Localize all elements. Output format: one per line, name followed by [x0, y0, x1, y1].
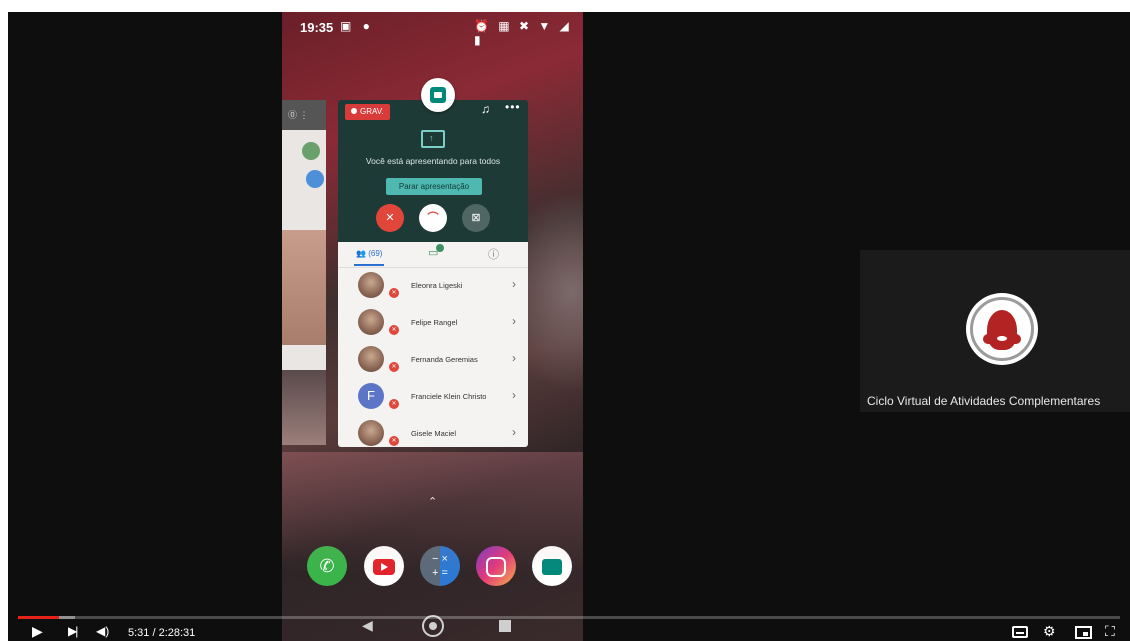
logo-ring [970, 297, 1034, 361]
chevron-right-icon: › [512, 314, 516, 328]
volume-icon: ◀) [96, 624, 110, 638]
tab-chat[interactable]: ▭ [428, 244, 444, 259]
participant-row[interactable]: F ✕ Franciele Klein Christo › [338, 379, 528, 416]
participant-row[interactable]: ✕ Gisele Maciel › [338, 416, 528, 447]
participant-name: Felipe Rangel [411, 318, 458, 327]
participant-tile: Ciclo Virtual de Atividades Complementar… [860, 250, 1130, 412]
participant-name: Eleonra Ligeski [411, 281, 463, 290]
headphones-icon[interactable]: ♫ [481, 102, 490, 116]
arrow-up-icon: ↑ [429, 133, 434, 143]
people-count: (69) [368, 249, 383, 258]
participant-name: Franciele Klein Christo [411, 392, 487, 401]
muted-icon: ✕ [389, 288, 399, 298]
chevron-right-icon: › [512, 425, 516, 439]
play-button[interactable]: ▶ [32, 623, 43, 639]
mic-off-icon: ✕ [385, 212, 395, 224]
status-right-icons: ⏰ ▦ ✖ ▼ ◢ ▮ [474, 19, 572, 47]
recording-label: GRAV. [360, 107, 384, 116]
instagram-camera-icon [486, 557, 506, 577]
avatar: F [358, 383, 384, 409]
participant-row[interactable]: ✕ Fernanda Geremias › [338, 342, 528, 379]
present-screen-icon: ↑ [421, 130, 445, 148]
participant-name: Ciclo Virtual de Atividades Complementar… [867, 394, 1101, 408]
progress-played [18, 616, 59, 619]
muted-icon: ✕ [389, 362, 399, 372]
participant-row[interactable]: ✕ Felipe Rangel › [338, 305, 528, 342]
volume-button[interactable]: ◀) [96, 623, 109, 639]
tab-people-underline [354, 264, 384, 266]
organization-logo [966, 293, 1038, 365]
phone-screen: 19:35 ▣ ● ⏰ ▦ ✖ ▼ ◢ ▮ ⓪ ⋮ GRAV. ♫ ••• ↑ … [282, 12, 583, 641]
camera-off-icon: ⊠ [471, 212, 481, 224]
youtube-app-icon[interactable] [364, 546, 404, 586]
avatar [358, 420, 384, 446]
time-display: 5:31 / 2:28:31 [128, 627, 196, 639]
meet-app-icon[interactable] [532, 546, 572, 586]
tab-people[interactable]: 👥 (69) [356, 249, 382, 258]
settings-gear-icon[interactable]: ⚙ [1043, 623, 1056, 639]
instagram-app-icon[interactable] [476, 546, 516, 586]
recent-card-caption [282, 347, 326, 367]
mic-off-button[interactable]: ✕ [376, 204, 404, 232]
recording-dot-icon [351, 108, 357, 114]
camera-off-button[interactable]: ⊠ [462, 204, 490, 232]
participant-name: Fernanda Geremias [411, 355, 478, 364]
avatar [358, 309, 384, 335]
subtitles-icon[interactable] [1012, 626, 1028, 638]
recent-app-card-background[interactable]: ⓪ ⋮ [282, 100, 326, 445]
progress-buffered [58, 616, 76, 619]
meet-call-panel: GRAV. ♫ ••• ↑ Você está apresentando par… [338, 100, 528, 242]
presenting-text: Você está apresentando para todos [365, 156, 501, 166]
recent-card-image [282, 230, 326, 345]
miniplayer-icon[interactable] [1075, 626, 1092, 639]
meet-recent-card[interactable]: GRAV. ♫ ••• ↑ Você está apresentando par… [338, 100, 528, 447]
logo-emblem [983, 310, 1021, 350]
video-player[interactable]: 19:35 ▣ ● ⏰ ▦ ✖ ▼ ◢ ▮ ⓪ ⋮ GRAV. ♫ ••• ↑ … [8, 12, 1130, 641]
participant-row[interactable]: ✕ Eleonra Ligeski › [338, 268, 528, 305]
status-time: 19:35 [300, 20, 334, 35]
tab-info[interactable]: ⓘ [488, 246, 499, 262]
calculator-app-icon[interactable]: − × + = [420, 546, 460, 586]
muted-icon: ✕ [389, 399, 399, 409]
meet-camera-icon [430, 87, 446, 103]
recording-badge: GRAV. [345, 104, 390, 120]
recent-card-image-2 [282, 370, 326, 445]
chevron-right-icon: › [512, 351, 516, 365]
chevron-right-icon: › [512, 277, 516, 291]
progress-bar[interactable] [18, 616, 1120, 619]
participant-name: Gisele Maciel [411, 429, 457, 438]
next-icon: ▶| [68, 624, 78, 638]
recent-card-icon-blue [306, 170, 324, 188]
more-options-icon[interactable]: ••• [505, 100, 521, 114]
chevron-right-icon: › [512, 388, 516, 402]
next-button[interactable]: ▶| [68, 623, 78, 639]
google-meet-app-icon[interactable] [421, 78, 455, 112]
fullscreen-icon[interactable]: ⛶ [1105, 623, 1115, 639]
whatsapp-app-icon[interactable]: ✆ [307, 546, 347, 586]
youtube-play-icon [373, 559, 395, 575]
recent-card-icon-green [302, 142, 320, 160]
muted-icon: ✕ [389, 436, 399, 446]
people-icon: 👥 [356, 249, 366, 258]
meet-tabs: 👥 (69) ▭ ⓘ [338, 242, 528, 268]
recent-card-topbar: ⓪ ⋮ [282, 100, 326, 130]
muted-icon: ✕ [389, 325, 399, 335]
end-call-button[interactable]: ⌒ [419, 204, 447, 232]
phone-hangup-icon: ⌒ [427, 212, 439, 224]
meet-camera-icon [542, 559, 562, 575]
stop-presenting-button[interactable]: Parar apresentação [386, 178, 482, 195]
chat-badge [436, 244, 444, 252]
phone-status-bar: 19:35 ▣ ● ⏰ ▦ ✖ ▼ ◢ ▮ [282, 12, 583, 47]
status-left-icons: ▣ ● [340, 19, 374, 33]
player-controls: ▶ ▶| ◀) 5:31 / 2:28:31 ⚙ ⛶ [8, 612, 1130, 641]
chevron-up-icon[interactable]: ⌃ [428, 495, 437, 508]
play-icon: ▶ [32, 623, 43, 639]
info-icon: ⓘ [488, 249, 499, 261]
meet-people-panel: 👥 (69) ▭ ⓘ ✕ Eleonra Ligeski › ✕ Felipe … [338, 242, 528, 447]
avatar [358, 272, 384, 298]
avatar [358, 346, 384, 372]
